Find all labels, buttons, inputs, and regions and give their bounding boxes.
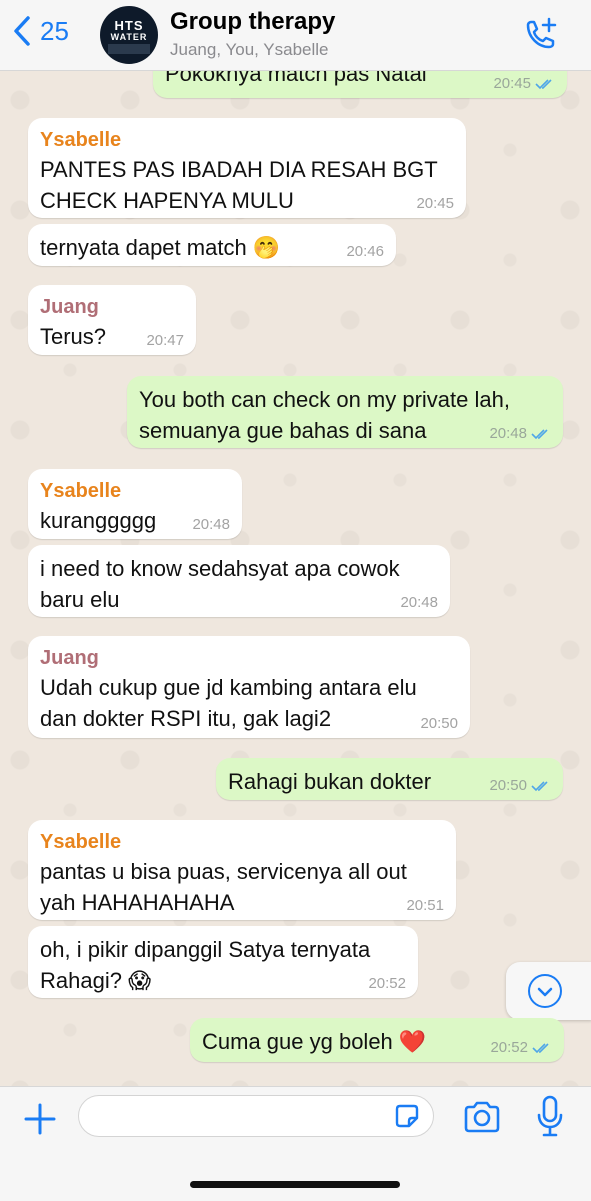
- message-time: 20:48: [192, 516, 230, 533]
- message-incoming[interactable]: ternyata dapet match 🤭 20:46: [28, 224, 396, 266]
- message-text-body: ternyata dapet match: [40, 235, 247, 260]
- sender-name: Ysabelle: [40, 480, 122, 502]
- message-outgoing[interactable]: You both can check on my private lah, se…: [127, 376, 563, 448]
- avatar-text-2: WATER: [110, 32, 148, 42]
- back-button[interactable]: 25: [10, 14, 69, 48]
- message-text: i need to know sedahsyat apa cowok baru …: [40, 556, 400, 612]
- sender-name: Juang: [40, 296, 99, 318]
- emoji: ❤️: [398, 1030, 427, 1055]
- emoji: 😱: [128, 969, 152, 994]
- chevron-left-icon: [14, 16, 30, 46]
- message-meta: 20:52: [490, 1039, 552, 1056]
- message-time: 20:47: [146, 332, 184, 349]
- message-incoming[interactable]: i need to know sedahsyat apa cowok baru …: [28, 545, 450, 617]
- scroll-to-bottom-button[interactable]: [506, 962, 591, 1020]
- sender-name: Ysabelle: [40, 129, 122, 151]
- message-text: ternyata dapet match 🤭: [40, 232, 384, 264]
- message-meta: 20:50: [420, 715, 458, 732]
- message-outgoing[interactable]: Rahagi bukan dokter 20:50: [216, 758, 563, 800]
- add-call-icon[interactable]: [520, 16, 560, 56]
- sender-name: Juang: [40, 647, 99, 669]
- message-incoming[interactable]: Ysabelle kuranggggg 20:48: [28, 469, 242, 539]
- message-time: 20:52: [368, 975, 406, 992]
- home-indicator: [190, 1181, 400, 1188]
- double-check-icon: [535, 78, 552, 89]
- message-meta: 20:46: [346, 243, 384, 260]
- message-input[interactable]: [78, 1095, 434, 1137]
- message-text: PANTES PAS IBADAH DIA RESAH BGT CHECK HA…: [40, 157, 438, 213]
- double-check-icon: [532, 1042, 549, 1053]
- message-text-body: Cuma gue yg boleh: [202, 1029, 393, 1054]
- message-text: pantas u bisa puas, servicenya all out y…: [40, 859, 407, 915]
- unread-count: 25: [40, 15, 69, 46]
- message-incoming[interactable]: Ysabelle PANTES PAS IBADAH DIA RESAH BGT…: [28, 118, 466, 218]
- message-time: 20:48: [400, 594, 438, 611]
- message-meta: 20:51: [406, 897, 444, 914]
- double-check-icon: [531, 780, 548, 791]
- sticker-icon[interactable]: [392, 1101, 422, 1131]
- message-meta: 20:48: [400, 594, 438, 611]
- message-incoming[interactable]: oh, i pikir dipanggil Satya ternyata Rah…: [28, 926, 418, 998]
- message-meta: 20:48: [489, 425, 551, 442]
- message-meta: 20:47: [146, 332, 184, 349]
- message-time: 20:51: [406, 897, 444, 914]
- group-avatar[interactable]: HTS WATER: [100, 6, 158, 64]
- sender-name: Ysabelle: [40, 831, 122, 853]
- input-bar: [0, 1086, 591, 1201]
- message-time: 20:48: [489, 425, 527, 442]
- message-incoming[interactable]: Juang Udah cukup gue jd kambing antara e…: [28, 636, 470, 738]
- double-check-icon: [531, 428, 548, 439]
- message-text: oh, i pikir dipanggil Satya ternyata Rah…: [40, 934, 406, 997]
- message-incoming[interactable]: Ysabelle pantas u bisa puas, servicenya …: [28, 820, 456, 920]
- message-incoming[interactable]: Juang Terus? 20:47: [28, 285, 196, 355]
- emoji: 🤭: [252, 236, 281, 261]
- message-time: 20:50: [489, 777, 527, 794]
- avatar-graphic: [108, 44, 150, 54]
- message-time: 20:45: [493, 75, 531, 92]
- plus-icon[interactable]: [20, 1099, 60, 1139]
- chevron-down-icon: [528, 974, 562, 1008]
- chat-header: 25 HTS WATER Group therapy Juang, You, Y…: [0, 0, 591, 71]
- message-time: 20:45: [416, 195, 454, 212]
- message-meta: 20:48: [192, 516, 230, 533]
- message-time: 20:52: [490, 1039, 528, 1056]
- chat-participants[interactable]: Juang, You, Ysabelle: [170, 40, 329, 60]
- message-time: 20:50: [420, 715, 458, 732]
- microphone-icon[interactable]: [534, 1095, 566, 1139]
- message-meta: 20:45: [493, 75, 555, 92]
- message-meta: 20:45: [416, 195, 454, 212]
- message-time: 20:46: [346, 243, 384, 260]
- message-meta: 20:52: [368, 975, 406, 992]
- camera-icon[interactable]: [462, 1099, 502, 1135]
- chat-title[interactable]: Group therapy: [170, 8, 335, 36]
- message-text-body: oh, i pikir dipanggil Satya ternyata Rah…: [40, 937, 371, 993]
- message-meta: 20:50: [489, 777, 551, 794]
- message-text: Udah cukup gue jd kambing antara elu dan…: [40, 675, 417, 731]
- avatar-text-1: HTS: [114, 18, 144, 33]
- message-outgoing[interactable]: Cuma gue yg boleh ❤️ 20:52: [190, 1018, 564, 1062]
